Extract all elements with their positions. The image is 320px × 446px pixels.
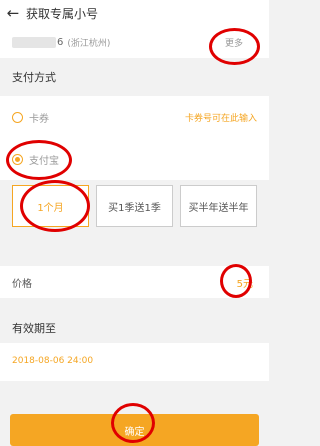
card-label: 卡券 <box>29 114 49 125</box>
validity-date: 2018-08-06 24:00 <box>12 356 94 366</box>
number-region: (浙江杭州) <box>67 38 111 49</box>
page-title: 获取专属小号 <box>26 6 99 21</box>
price-label: 价格 <box>12 279 32 290</box>
card-hint-link[interactable]: 卡券号可在此输入 <box>185 111 257 124</box>
app-header: ← 获取专属小号 <box>0 0 269 26</box>
confirm-button[interactable]: 确定 <box>10 414 259 446</box>
more-button[interactable]: 更多 <box>225 36 243 49</box>
number-row: 6 (浙江杭州) 更多 <box>0 26 269 58</box>
payment-section-title: 支付方式 <box>12 71 56 84</box>
duration-option-1-month[interactable]: 1个月 <box>12 185 89 227</box>
duration-option-quarter[interactable]: 买1季送1季 <box>96 185 173 227</box>
validity-section-title: 有效期至 <box>12 322 56 335</box>
back-arrow-icon[interactable]: ← <box>0 4 26 22</box>
alipay-label: 支付宝 <box>29 156 59 167</box>
card-radio[interactable] <box>12 112 23 123</box>
blurred-number <box>12 36 56 48</box>
payment-option-alipay[interactable]: 支付宝 <box>12 152 59 167</box>
number-trailing-digit: 6 <box>57 36 64 48</box>
price-value: 5元 <box>236 279 253 290</box>
price-row <box>0 266 269 298</box>
alipay-radio[interactable] <box>12 154 23 165</box>
payment-methods-panel <box>0 96 269 180</box>
payment-option-card[interactable]: 卡券 <box>12 110 49 125</box>
duration-option-half-year[interactable]: 买半年送半年 <box>180 185 257 227</box>
